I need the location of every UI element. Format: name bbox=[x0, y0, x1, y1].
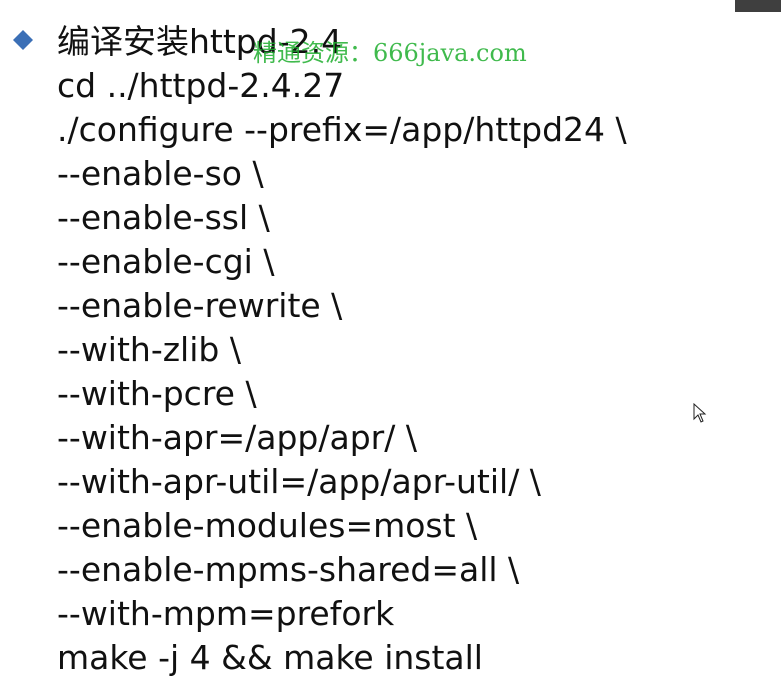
command-line: --with-apr-util=/app/apr-util/ \ bbox=[57, 462, 541, 501]
command-list: cd ../httpd-2.4.27 ./configure --prefix=… bbox=[57, 64, 627, 680]
command-line: --enable-so \ bbox=[57, 154, 264, 193]
command-line: --enable-ssl \ bbox=[57, 198, 270, 237]
command-line: --enable-rewrite \ bbox=[57, 286, 343, 325]
command-line: --with-zlib \ bbox=[57, 330, 241, 369]
command-line: make -j 4 && make install bbox=[57, 638, 483, 677]
command-line: --with-apr=/app/apr/ \ bbox=[57, 418, 417, 457]
mouse-pointer-icon bbox=[693, 403, 707, 423]
command-line: ./configure --prefix=/app/httpd24 \ bbox=[57, 110, 627, 149]
command-line: --enable-mpms-shared=all \ bbox=[57, 550, 520, 589]
window-corner-tab bbox=[735, 0, 781, 12]
command-line: --with-pcre \ bbox=[57, 374, 257, 413]
presentation-slide: 编译安装httpd-2.4 精通资源：666java.com cd ../htt… bbox=[0, 0, 781, 690]
command-line: cd ../httpd-2.4.27 bbox=[57, 66, 345, 105]
diamond-bullet-icon bbox=[13, 30, 33, 50]
command-line: --enable-cgi \ bbox=[57, 242, 275, 281]
command-line: --enable-modules=most \ bbox=[57, 506, 478, 545]
command-line: --with-mpm=prefork bbox=[57, 594, 395, 633]
